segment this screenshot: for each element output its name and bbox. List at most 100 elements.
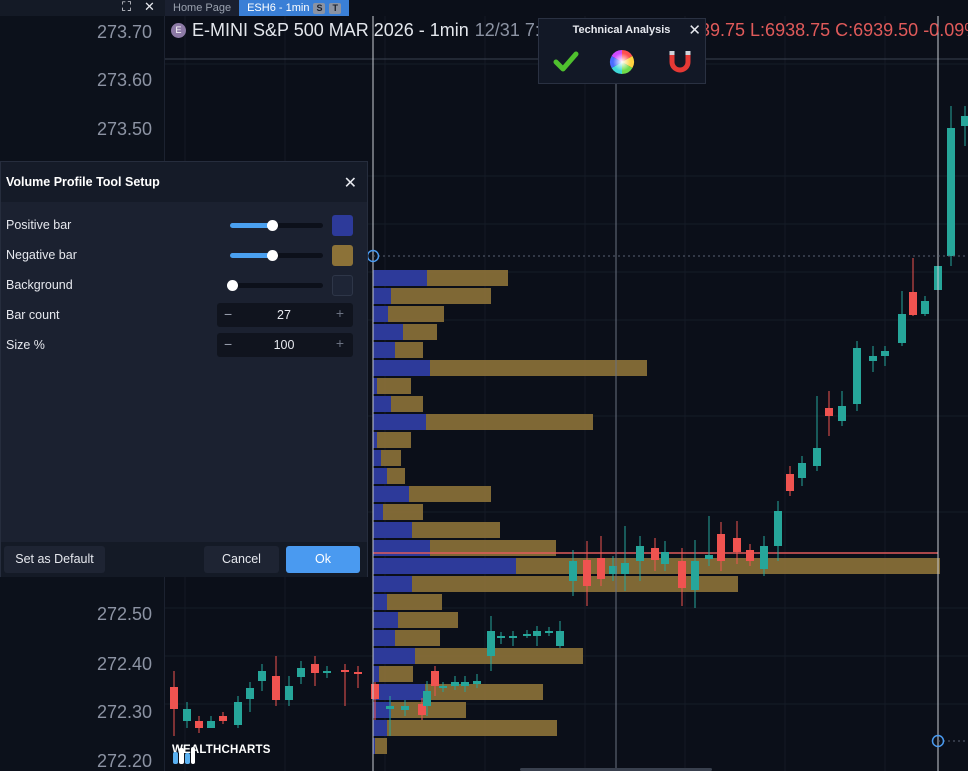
positive-bar-label: Positive bar — [6, 218, 72, 232]
symbol-icon[interactable]: E — [171, 23, 186, 38]
profile-bar-negative — [427, 270, 508, 286]
price-label: 272.30 — [96, 702, 152, 722]
candle-up — [246, 688, 254, 699]
slider-fill — [230, 223, 272, 228]
close-icon[interactable]: ✕ — [344, 173, 357, 193]
price-label: 273.70 — [96, 22, 152, 42]
profile-bar-positive — [373, 270, 427, 286]
wealthcharts-logo: WEALTHCHARTS — [172, 744, 271, 764]
candle-down — [651, 548, 659, 560]
tab-strip: Home Page ESH6 - 1min S T — [165, 0, 349, 16]
candle-up — [661, 552, 669, 564]
color-wheel-icon[interactable] — [609, 49, 635, 75]
profile-bar-positive — [373, 522, 412, 538]
candle-down — [746, 550, 754, 561]
positive-bar-opacity-slider[interactable] — [230, 220, 323, 231]
candle-up — [297, 668, 305, 677]
profile-bar-negative — [379, 666, 413, 682]
dialog-title: Volume Profile Tool Setup — [6, 175, 160, 189]
profile-bar-negative — [415, 648, 583, 664]
profile-bar-positive — [373, 720, 387, 736]
candle-up — [451, 682, 459, 686]
slider-handle[interactable] — [266, 220, 278, 231]
profile-bar-negative — [395, 630, 440, 646]
candle-up — [234, 702, 242, 725]
bar-count-value[interactable]: 27 — [251, 308, 317, 322]
minus-icon[interactable]: − — [224, 336, 232, 352]
ohlc-readout: 39.75 L:6938.75 C:6939.50 -0.09% — [700, 20, 968, 40]
candle-up — [401, 706, 409, 710]
close-icon[interactable]: ✕ — [144, 0, 155, 14]
technical-analysis-title: Technical Analysis — [572, 24, 671, 36]
close-icon[interactable]: ✕ — [688, 21, 701, 39]
profile-bar-positive — [373, 630, 395, 646]
candle-up — [636, 546, 644, 561]
background-color-swatch[interactable] — [332, 275, 353, 296]
profile-bar-negative — [387, 468, 405, 484]
profile-bar-negative — [388, 306, 444, 322]
candle-down — [909, 292, 917, 315]
set-as-default-button[interactable]: Set as Default — [4, 546, 105, 573]
background-label: Background — [6, 278, 73, 292]
profile-bar-positive — [373, 396, 391, 412]
tab-home-page[interactable]: Home Page — [165, 0, 240, 16]
candle-up — [545, 631, 553, 633]
candle-up — [760, 546, 768, 569]
background-opacity-slider[interactable] — [227, 280, 323, 291]
candle-down — [371, 684, 379, 699]
candle-up — [621, 563, 629, 574]
candle-up — [898, 314, 906, 343]
candle-up — [838, 406, 846, 421]
positive-bar-color-swatch[interactable] — [332, 215, 353, 236]
checkmark-icon[interactable] — [553, 49, 579, 75]
ok-button[interactable]: Ok — [286, 546, 360, 573]
profile-bar-positive — [373, 576, 412, 592]
slider-handle[interactable] — [266, 250, 278, 261]
app-root: 273.70 273.60 273.50 272.50 272.40 272.3… — [0, 0, 968, 771]
profile-bar-negative — [383, 504, 423, 520]
profile-bar-negative — [403, 324, 437, 340]
profile-bar-negative — [377, 378, 411, 394]
candle-up — [473, 681, 481, 684]
tab-esh6-1min[interactable]: ESH6 - 1min S T — [239, 0, 349, 16]
profile-bar-positive — [373, 378, 377, 394]
size-percent-label: Size % — [6, 338, 45, 352]
candle-down — [341, 670, 349, 672]
logo-icon — [173, 747, 195, 764]
profile-bar-positive — [373, 306, 388, 322]
profile-bar-positive — [373, 504, 383, 520]
profile-bar-negative — [387, 720, 557, 736]
candle-up — [386, 706, 394, 709]
cancel-button[interactable]: Cancel — [204, 546, 279, 573]
candle-up — [798, 463, 806, 478]
size-percent-value[interactable]: 100 — [251, 338, 317, 352]
profile-bar-positive — [373, 648, 415, 664]
chart-title: E E-MINI S&P 500 MAR 2026 - 1min 12/31 7… — [171, 20, 550, 41]
negative-bar-color-swatch[interactable] — [332, 245, 353, 266]
negative-bar-label: Negative bar — [6, 248, 77, 262]
tab-badge-s[interactable]: S — [313, 2, 326, 14]
plus-icon[interactable]: + — [336, 305, 344, 321]
negative-bar-opacity-slider[interactable] — [230, 250, 323, 261]
price-label: 273.50 — [96, 119, 152, 139]
price-label: 273.60 — [96, 70, 152, 90]
profile-bar-positive — [373, 414, 426, 430]
slider-handle[interactable] — [227, 280, 238, 291]
candle-down — [786, 474, 794, 491]
bar-count-stepper[interactable]: − 27 + — [217, 303, 353, 327]
candle-up — [774, 511, 782, 546]
plus-icon[interactable]: + — [336, 335, 344, 351]
tab-badge-t[interactable]: T — [329, 2, 341, 14]
candle-up — [285, 686, 293, 700]
profile-bar-negative — [375, 738, 387, 754]
profile-bar-negative — [398, 612, 458, 628]
bar-count-label: Bar count — [6, 308, 60, 322]
candle-up — [323, 671, 331, 673]
minus-icon[interactable]: − — [224, 306, 232, 322]
profile-bar-negative — [516, 558, 940, 574]
size-percent-stepper[interactable]: − 100 + — [217, 333, 353, 357]
profile-bar-negative — [387, 594, 442, 610]
magnet-icon[interactable] — [667, 49, 693, 75]
expand-icon[interactable]: ⛶ — [122, 0, 131, 14]
candle-down — [431, 671, 439, 686]
